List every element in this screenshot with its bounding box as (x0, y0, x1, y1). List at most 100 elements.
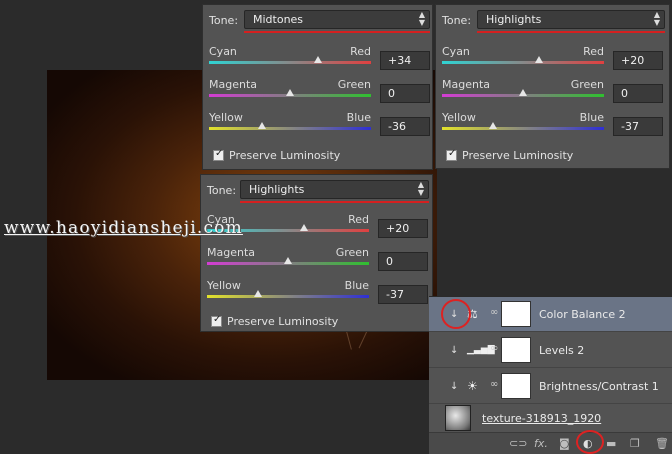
highlight-underline (244, 31, 430, 33)
magenta-label: Magenta (207, 246, 256, 259)
tone-dropdown-value: Highlights (249, 183, 305, 196)
tone-row: Tone: Midtones ▲ ▼ (203, 5, 432, 35)
magenta-label: Magenta (442, 78, 491, 91)
annotation-circle-adjustment (576, 430, 604, 454)
color-balance-properties-highlights-middle: Tone: Highlights ▲ ▼ Cyan Red +20 Magenta… (200, 174, 433, 332)
color-balance-properties-highlights-top: Tone: Highlights ▲ ▼ Cyan Red +20 Magenta… (435, 4, 670, 169)
red-label: Red (583, 45, 604, 58)
yellow-blue-value[interactable]: -37 (613, 117, 663, 136)
preserve-luminosity-label: Preserve Luminosity (462, 149, 574, 162)
tone-dropdown-value: Highlights (486, 13, 542, 26)
cyan-red-value[interactable]: +20 (378, 219, 428, 238)
yellow-blue-slider-row: Yellow Blue -36 (203, 109, 432, 142)
magenta-green-thumb[interactable] (519, 89, 527, 96)
yellow-label: Yellow (207, 279, 241, 292)
magenta-green-value[interactable]: 0 (380, 84, 430, 103)
magenta-green-value[interactable]: 0 (378, 252, 428, 271)
dropdown-arrows-icon: ▲ ▼ (653, 10, 660, 27)
cyan-label: Cyan (209, 45, 237, 58)
tone-label: Tone: (209, 14, 239, 27)
magenta-green-value[interactable]: 0 (613, 84, 663, 103)
cyan-red-track[interactable] (209, 61, 371, 64)
color-balance-properties-midtones: Tone: Midtones ▲ ▼ Cyan Red +34 Magenta G… (202, 4, 433, 170)
highlight-underline (477, 31, 665, 33)
layer-row-brightness-contrast[interactable]: ↓ ☀ ∞ Brightness/Contrast 1 (429, 369, 672, 404)
folder-icon[interactable]: ▬ (606, 437, 616, 450)
yellow-blue-track[interactable] (209, 127, 371, 130)
blue-label: Blue (579, 111, 604, 124)
cyan-red-value[interactable]: +20 (613, 51, 663, 70)
cyan-red-value[interactable]: +34 (380, 51, 430, 70)
yellow-blue-slider-row: Yellow Blue -37 (201, 277, 432, 310)
yellow-blue-value[interactable]: -37 (378, 285, 428, 304)
highlight-underline (240, 201, 429, 203)
green-label: Green (337, 78, 371, 91)
tone-dropdown[interactable]: Midtones ▲ ▼ (244, 10, 430, 29)
preserve-luminosity-checkbox[interactable] (211, 314, 222, 327)
yellow-blue-track[interactable] (442, 127, 604, 130)
preserve-luminosity-checkbox[interactable] (446, 148, 457, 161)
tone-row: Tone: Highlights ▲ ▼ (201, 175, 432, 205)
brightness-contrast-icon: ☀ (467, 379, 478, 393)
magenta-green-slider-row: Magenta Green 0 (201, 244, 432, 277)
texture-thumbnail[interactable] (445, 405, 471, 431)
magenta-green-slider-row: Magenta Green 0 (436, 76, 669, 109)
cyan-red-thumb[interactable] (314, 56, 322, 63)
tone-dropdown[interactable]: Highlights ▲ ▼ (477, 10, 665, 29)
yellow-blue-thumb[interactable] (258, 122, 266, 129)
fx-icon[interactable]: fx. (534, 437, 548, 450)
blue-label: Blue (346, 111, 371, 124)
cyan-red-slider-row: Cyan Red +20 (436, 43, 669, 76)
magenta-green-thumb[interactable] (286, 89, 294, 96)
chain-link-icon[interactable]: ∞ (490, 379, 498, 390)
preserve-luminosity-checkbox[interactable] (213, 148, 224, 161)
trash-icon[interactable]: 🗑 (655, 437, 669, 450)
cyan-red-thumb[interactable] (300, 224, 308, 231)
cyan-red-slider-row: Cyan Red +34 (203, 43, 432, 76)
yellow-blue-value[interactable]: -36 (380, 117, 430, 136)
layers-panel-footer: ⊂⊃ fx. ◙ ◐ ▬ ❐ 🗑 (429, 432, 672, 454)
layer-name[interactable]: Brightness/Contrast 1 (539, 380, 659, 393)
preserve-luminosity-row: Preserve Luminosity (203, 146, 432, 168)
link-icon[interactable]: ⊂⊃ (509, 437, 527, 450)
cyan-red-thumb[interactable] (535, 56, 543, 63)
red-label: Red (348, 213, 369, 226)
tone-dropdown[interactable]: Highlights ▲ ▼ (240, 180, 429, 199)
layer-mask-thumbnail[interactable] (501, 337, 531, 363)
clipping-arrow-icon: ↓ (450, 345, 459, 356)
layer-row-texture[interactable]: texture-318913_1920 (429, 401, 672, 436)
green-label: Green (570, 78, 604, 91)
cyan-red-track[interactable] (442, 61, 604, 64)
layer-row-levels[interactable]: ↓ ▁▃▅▇ ∞ Levels 2 (429, 333, 672, 368)
clipping-arrow-icon: ↓ (450, 381, 459, 392)
layer-name[interactable]: Color Balance 2 (539, 308, 626, 321)
yellow-blue-slider-row: Yellow Blue -37 (436, 109, 669, 142)
chain-link-icon[interactable]: ∞ (490, 307, 498, 318)
yellow-label: Yellow (442, 111, 476, 124)
dropdown-arrows-icon: ▲ ▼ (418, 10, 425, 27)
red-label: Red (350, 45, 371, 58)
magenta-label: Magenta (209, 78, 258, 91)
green-label: Green (335, 246, 369, 259)
chain-link-icon[interactable]: ∞ (490, 343, 498, 354)
yellow-label: Yellow (209, 111, 243, 124)
tone-dropdown-value: Midtones (253, 13, 304, 26)
layer-mask-thumbnail[interactable] (501, 301, 531, 327)
tone-label: Tone: (207, 184, 237, 197)
layer-mask-thumbnail[interactable] (501, 373, 531, 399)
yellow-blue-thumb[interactable] (254, 290, 262, 297)
cyan-label: Cyan (442, 45, 470, 58)
yellow-blue-thumb[interactable] (489, 122, 497, 129)
layer-name[interactable]: Levels 2 (539, 344, 584, 357)
tone-row: Tone: Highlights ▲ ▼ (436, 5, 669, 35)
mask-icon[interactable]: ◙ (559, 437, 570, 450)
annotation-circle-clip (441, 299, 471, 329)
preserve-luminosity-label: Preserve Luminosity (227, 315, 339, 328)
new-layer-icon[interactable]: ❐ (630, 437, 640, 450)
magenta-green-thumb[interactable] (284, 257, 292, 264)
layer-name[interactable]: texture-318913_1920 (482, 412, 601, 425)
watermark-text: www.haoyidiansheji.com (4, 218, 243, 238)
yellow-blue-track[interactable] (207, 295, 369, 298)
preserve-luminosity-label: Preserve Luminosity (229, 149, 341, 162)
preserve-luminosity-row: Preserve Luminosity (436, 146, 669, 168)
